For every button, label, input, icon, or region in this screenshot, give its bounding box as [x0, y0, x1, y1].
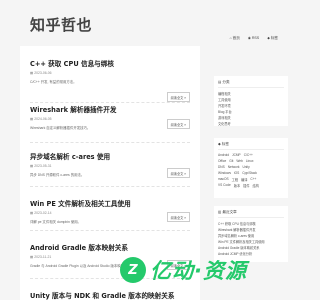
- tag-row: VS Code 版本 插件 结构: [218, 183, 259, 188]
- post-title[interactable]: Wireshark 解析器插件开发: [30, 104, 200, 114]
- post-divider: [30, 142, 190, 143]
- site-header: 知乎哲也 ⌂首页 ◉RSS ◆标签: [0, 0, 300, 46]
- recent-post-link[interactable]: Wireshark 解析器插件开发: [218, 227, 256, 232]
- recent-post-link[interactable]: C++ 获取 CPU 信息与绑核: [218, 221, 256, 226]
- recent-post-link[interactable]: 异步域名解析 c-ares 使用: [218, 233, 254, 238]
- widget-title: ▤分类: [218, 80, 230, 85]
- nav-home[interactable]: ⌂首页: [230, 36, 240, 41]
- tag-link[interactable]: C/C++: [244, 153, 253, 157]
- tag-row: macOS 工程 编译 C++: [218, 177, 256, 182]
- read-more-button[interactable]: 阅读全文 »: [166, 92, 190, 102]
- tag-link[interactable]: Git: [229, 159, 233, 163]
- widget-divider: [218, 149, 284, 150]
- nav-home-label: 首页: [232, 36, 240, 40]
- category-item[interactable]: Blog 平台: [218, 109, 232, 114]
- widget-title-text: 最近文章: [222, 210, 237, 214]
- post-title[interactable]: Android Gradle 版本映射关系: [30, 242, 200, 252]
- calendar-icon: ▦: [30, 255, 34, 259]
- calendar-icon: ▦: [30, 71, 34, 75]
- rss-icon: ◉: [247, 36, 251, 40]
- post-title[interactable]: C++ 获取 CPU 信息与绑核: [30, 58, 200, 68]
- tag-link[interactable]: 编译: [241, 177, 247, 182]
- tag-icon: ◆: [267, 36, 270, 40]
- tag-row: Windows iOS Cpp/Stack: [218, 171, 257, 175]
- site-title[interactable]: 知乎哲也: [30, 14, 92, 35]
- top-nav: ⌂首页 ◉RSS ◆标签: [230, 36, 278, 41]
- watermark-logo-icon: Z: [120, 257, 146, 283]
- tag-row: Office Git Web Linux: [218, 159, 253, 163]
- nav-tags[interactable]: ◆标签: [267, 36, 278, 41]
- nav-tags-label: 标签: [270, 36, 278, 40]
- category-item[interactable]: 工具使用: [218, 97, 231, 102]
- post-date-text: 2023-11-21: [34, 255, 52, 259]
- post-divider: [30, 102, 190, 103]
- tag-link[interactable]: Web: [236, 159, 243, 163]
- tag-link[interactable]: Android: [218, 153, 229, 157]
- read-more-button[interactable]: 阅读全文 »: [166, 119, 190, 129]
- post-divider: [30, 186, 190, 187]
- widget-title: ◆标签: [218, 142, 229, 147]
- widget-title-text: 标签: [221, 142, 229, 146]
- category-item[interactable]: 游戏相关: [218, 115, 231, 120]
- widget-divider: [218, 217, 284, 218]
- tag-link[interactable]: Windows: [218, 171, 231, 175]
- category-item[interactable]: 文化思考: [218, 121, 231, 126]
- tag-link[interactable]: Unity: [242, 165, 249, 169]
- tag-link[interactable]: macOS: [218, 177, 229, 182]
- watermark: Z 亿动·资源: [120, 255, 247, 285]
- nav-rss[interactable]: ◉RSS: [248, 36, 259, 41]
- post-divider: [30, 230, 190, 231]
- tag-link[interactable]: 版本: [234, 183, 240, 188]
- tag-link[interactable]: JCMP: [232, 153, 241, 157]
- calendar-icon: ▦: [30, 117, 34, 121]
- widget-title-text: 分类: [222, 80, 230, 84]
- recent-post-link[interactable]: Win PE 文件解析及相关工具使用: [218, 239, 265, 244]
- home-icon: ⌂: [229, 36, 232, 40]
- post-title[interactable]: 异步域名解析 c-ares 使用: [30, 151, 200, 161]
- calendar-icon: ▦: [30, 164, 34, 168]
- post-item: C++ 获取 CPU 信息与绑核 ▦2023-06-06 C/C++ 开发, 有…: [30, 58, 200, 84]
- categories-widget: ▤分类 编程相关 工具使用 开发环境 Blog 平台 游戏相关 文化思考: [214, 76, 288, 126]
- post-date-text: 2023-02-14: [34, 211, 52, 215]
- read-more-button[interactable]: 阅读全文 »: [166, 168, 190, 178]
- tag-link[interactable]: C++: [250, 177, 256, 182]
- post-date-text: 2023-05-31: [34, 164, 52, 168]
- folder-icon: ▤: [218, 80, 222, 84]
- post-title[interactable]: Win PE 文件解析及相关工具使用: [30, 198, 200, 208]
- post-title[interactable]: Unity 版本与 NDK 和 Gradle 版本的映射关系: [30, 290, 200, 300]
- post-excerpt: C/C++ 开发, 有益的常用方法。: [30, 80, 77, 84]
- tag-link[interactable]: Cpp/Stack: [242, 171, 257, 175]
- tag-row: DNS Network Unity: [218, 165, 250, 169]
- tag-link[interactable]: Office: [218, 159, 226, 163]
- post-date-text: 2024-06-05: [34, 117, 52, 121]
- nav-rss-label: RSS: [251, 36, 260, 40]
- recent-post-link[interactable]: Android Gradle 版本映射关系: [218, 245, 259, 250]
- recent-posts-widget: ▥最近文章 C++ 获取 CPU 信息与绑核 Wireshark 解析器插件开发…: [214, 206, 288, 262]
- category-item[interactable]: 开发环境: [218, 103, 231, 108]
- tag-link[interactable]: 插件: [243, 183, 249, 188]
- tag-link[interactable]: 工程: [232, 177, 238, 182]
- tag-icon: ◆: [218, 142, 221, 146]
- post-date: ▦2023-06-06: [30, 71, 200, 75]
- tag-link[interactable]: VS Code: [218, 183, 231, 188]
- tag-link[interactable]: Network: [228, 165, 240, 169]
- tag-row: Android JCMP C/C++: [218, 153, 253, 157]
- tag-link[interactable]: iOS: [234, 171, 239, 175]
- tag-link[interactable]: DNS: [218, 165, 225, 169]
- watermark-text: 亿动·资源: [150, 259, 247, 283]
- post-item: Unity 版本与 NDK 和 Gradle 版本的映射关系: [30, 290, 200, 300]
- tag-link[interactable]: 结构: [253, 183, 259, 188]
- post-date-text: 2023-06-06: [34, 71, 52, 75]
- widget-title: ▥最近文章: [218, 210, 237, 215]
- tag-link[interactable]: Linux: [246, 159, 254, 163]
- category-item[interactable]: 编程相关: [218, 91, 231, 96]
- widget-divider: [218, 87, 284, 88]
- calendar-icon: ▦: [30, 211, 34, 215]
- read-more-button[interactable]: 阅读全文 »: [166, 212, 190, 222]
- file-icon: ▥: [218, 210, 222, 214]
- tags-widget: ◆标签 Android JCMP C/C++ Office Git Web Li…: [214, 138, 288, 198]
